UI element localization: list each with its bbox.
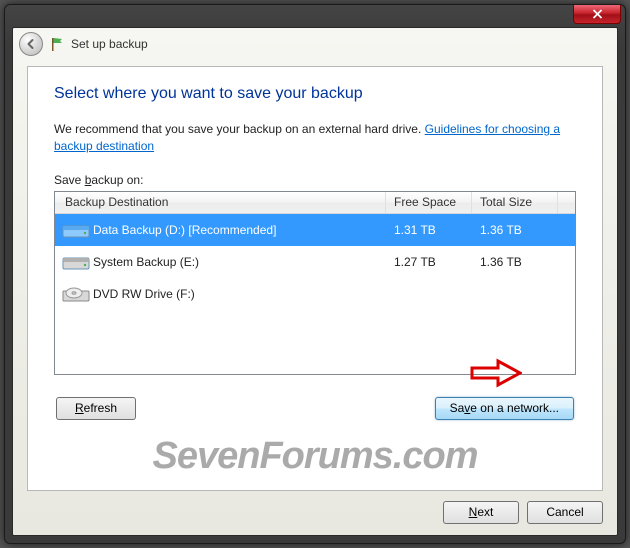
save-backup-label: Save backup on: — [54, 173, 576, 187]
dvd-drive-icon — [62, 285, 90, 303]
command-area: Next Cancel — [27, 497, 603, 527]
col-scroll-spacer — [558, 192, 575, 213]
close-button[interactable] — [573, 5, 621, 24]
destination-row[interactable]: Data Backup (D:) [Recommended] 1.31 TB 1… — [55, 214, 575, 246]
back-arrow-icon — [25, 38, 37, 50]
row-icon — [55, 221, 91, 239]
client-area: Set up backup Select where you want to s… — [12, 27, 618, 536]
col-total-size[interactable]: Total Size — [472, 192, 558, 213]
row-icon — [55, 285, 91, 303]
destination-row[interactable]: System Backup (E:) 1.27 TB 1.36 TB — [55, 246, 575, 278]
button-row: Refresh Save on a network... — [54, 397, 576, 420]
row-free-space: 1.27 TB — [386, 255, 472, 269]
recommendation-prefix: We recommend that you save your backup o… — [54, 122, 425, 136]
row-icon — [55, 253, 91, 271]
wizard-header: Set up backup — [13, 28, 617, 60]
col-free-space[interactable]: Free Space — [386, 192, 472, 213]
row-total-size: 1.36 TB — [472, 255, 558, 269]
wizard-title: Set up backup — [71, 37, 148, 51]
row-name: Data Backup (D:) [Recommended] — [91, 223, 386, 237]
row-name: DVD RW Drive (F:) — [91, 287, 386, 301]
titlebar — [5, 5, 625, 27]
cancel-button[interactable]: Cancel — [527, 501, 603, 524]
list-header: Backup Destination Free Space Total Size — [55, 192, 575, 214]
back-button[interactable] — [19, 32, 43, 56]
backup-flag-icon — [49, 36, 65, 52]
close-icon — [592, 9, 603, 19]
hdd-drive-icon — [62, 221, 90, 239]
row-name: System Backup (E:) — [91, 255, 386, 269]
hdd-drive-icon — [62, 253, 90, 271]
page-heading: Select where you want to save your backu… — [54, 85, 576, 103]
next-button[interactable]: Next — [443, 501, 519, 524]
wizard-window: Set up backup Select where you want to s… — [4, 4, 626, 544]
row-total-size: 1.36 TB — [472, 223, 558, 237]
destination-list: Backup Destination Free Space Total Size… — [54, 191, 576, 375]
col-destination[interactable]: Backup Destination — [55, 192, 386, 213]
recommendation-text: We recommend that you save your backup o… — [54, 121, 576, 155]
destination-row[interactable]: DVD RW Drive (F:) — [55, 278, 575, 310]
refresh-button[interactable]: Refresh — [56, 397, 136, 420]
wizard-body: Select where you want to save your backu… — [27, 66, 603, 491]
row-free-space: 1.31 TB — [386, 223, 472, 237]
save-on-network-button[interactable]: Save on a network... — [435, 397, 574, 420]
